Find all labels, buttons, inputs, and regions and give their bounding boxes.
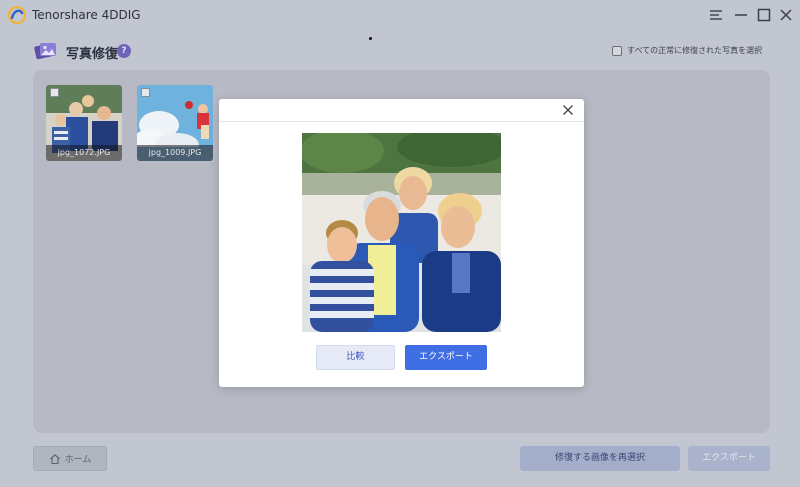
- photo-preview: [302, 133, 501, 332]
- photo-checkbox[interactable]: [50, 88, 59, 97]
- photo-repair-icon: [34, 43, 56, 60]
- select-all-option[interactable]: すべての正常に修復された写真を選択: [612, 45, 762, 56]
- photo-filename: jpg_1009.JPG: [137, 145, 213, 161]
- minimize-icon[interactable]: [731, 5, 751, 25]
- app-logo-icon: [8, 6, 26, 24]
- photo-preview-dialog: 比較 エクスポート: [219, 99, 584, 387]
- close-window-icon[interactable]: [776, 5, 796, 25]
- title-bar: Tenorshare 4DDIG: [0, 0, 800, 30]
- photo-thumbnail[interactable]: jpg_1009.JPG: [137, 85, 213, 161]
- photo-filename: jpg_1072.JPG: [46, 145, 122, 161]
- maximize-icon[interactable]: [754, 5, 774, 25]
- dialog-divider: [219, 121, 584, 122]
- help-icon[interactable]: ?: [117, 44, 131, 58]
- export-button[interactable]: エクスポート: [405, 345, 487, 370]
- select-all-checkbox[interactable]: [612, 45, 622, 56]
- home-button[interactable]: ホーム: [33, 446, 107, 471]
- close-dialog-icon[interactable]: [561, 103, 575, 117]
- app-title: Tenorshare 4DDIG: [32, 8, 141, 22]
- select-all-label: すべての正常に修復された写真を選択: [627, 46, 763, 55]
- section-title: 写真修復: [66, 47, 119, 62]
- menu-icon[interactable]: [706, 5, 726, 25]
- home-icon: [49, 453, 60, 464]
- photo-thumbnail[interactable]: jpg_1072.JPG: [46, 85, 122, 161]
- home-label: ホーム: [64, 455, 92, 465]
- photo-checkbox[interactable]: [141, 88, 150, 97]
- export-button-disabled[interactable]: エクスポート: [688, 446, 770, 471]
- compare-button[interactable]: 比較: [316, 345, 395, 370]
- stray-dot: [369, 37, 372, 40]
- reselect-images-button[interactable]: 修復する画像を再選択: [520, 446, 680, 471]
- family-photo-preview-image: [302, 133, 501, 332]
